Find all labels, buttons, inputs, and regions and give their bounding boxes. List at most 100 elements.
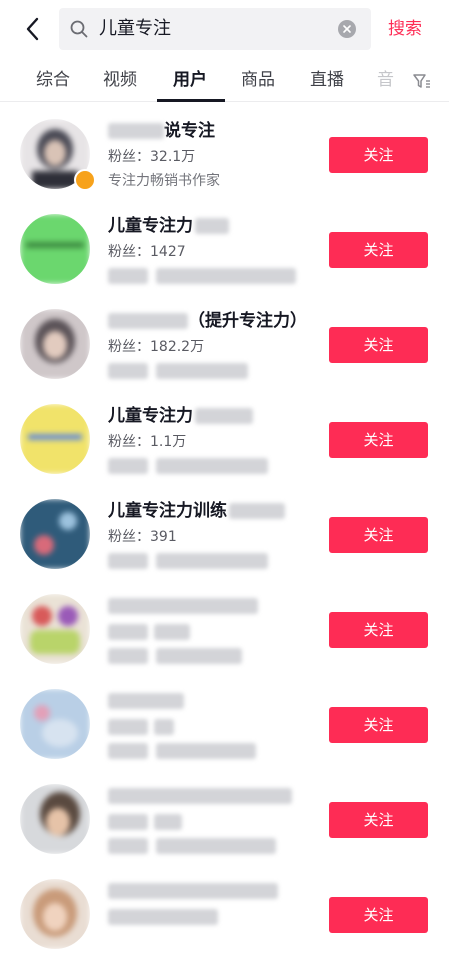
follow-button[interactable]: 关注 (329, 802, 428, 838)
avatar (20, 689, 90, 759)
blurred-text (229, 503, 285, 519)
search-input[interactable]: 儿童专注 (99, 8, 319, 50)
blurred-text (108, 788, 292, 804)
user-name: 说专注 (108, 117, 215, 145)
close-icon (343, 25, 351, 33)
fans-value: 182.2万 (150, 339, 205, 355)
user-description (108, 266, 296, 286)
fans-value: 32.1万 (150, 149, 196, 165)
user-result-row[interactable]: 儿童专注力训练 粉丝： 391 关注 (0, 483, 449, 578)
user-name (108, 877, 278, 905)
user-description (108, 741, 256, 761)
blurred-text (156, 743, 256, 759)
user-description: 专注力畅销书作家 (108, 173, 220, 189)
blurred-text (108, 313, 188, 329)
tab-live[interactable]: 直播 (310, 68, 344, 92)
blurred-text (156, 648, 242, 664)
blurred-text (108, 648, 148, 664)
blurred-text (108, 814, 148, 830)
clear-search-button[interactable] (338, 20, 356, 38)
user-description (108, 646, 242, 666)
tab-users[interactable]: 用户 (173, 68, 207, 92)
follow-button[interactable]: 关注 (329, 137, 428, 173)
fans-label: 粉丝： (108, 529, 150, 545)
follower-count: 粉丝： 1427 (108, 242, 186, 262)
follow-button[interactable]: 关注 (329, 612, 428, 648)
blurred-text (195, 218, 229, 234)
user-description (108, 836, 276, 856)
user-name (108, 782, 292, 810)
follower-count (108, 622, 190, 642)
search-tabs: 综合 视频 用户 商品 直播 音 (0, 58, 449, 102)
blurred-text (156, 363, 248, 379)
blurred-text (108, 719, 148, 735)
avatar (20, 594, 90, 664)
user-result-row[interactable]: （提升专注力） 粉丝： 182.2万 关注 (0, 293, 449, 388)
active-tab-indicator (157, 99, 225, 102)
fans-value: 391 (150, 529, 177, 545)
user-name: 儿童专注力训练 (108, 497, 285, 525)
follow-button[interactable]: 关注 (329, 707, 428, 743)
follow-button[interactable]: 关注 (329, 517, 428, 553)
blurred-text (108, 743, 148, 759)
user-description (108, 551, 268, 571)
user-name-text: （提升专注力） (188, 311, 307, 331)
blurred-text (108, 693, 184, 709)
verified-badge-icon (74, 169, 96, 191)
fans-label: 粉丝： (108, 434, 150, 450)
fans-value: 1.1万 (150, 434, 187, 450)
avatar (20, 309, 90, 379)
user-name: 儿童专注力 (108, 402, 253, 430)
user-result-row[interactable]: 关注 (0, 578, 449, 673)
blurred-text (108, 363, 148, 379)
tab-music[interactable]: 音 (377, 68, 394, 92)
back-button[interactable] (18, 14, 48, 44)
user-description (108, 361, 248, 381)
blurred-text (154, 719, 174, 735)
user-result-row[interactable]: 关注 (0, 768, 449, 863)
follower-count: 粉丝： 391 (108, 527, 177, 547)
blurred-text (108, 458, 148, 474)
follower-count: 粉丝： 182.2万 (108, 337, 204, 357)
fans-label: 粉丝： (108, 244, 150, 260)
follower-count (108, 717, 174, 737)
follower-count: 粉丝： 32.1万 (108, 147, 195, 167)
user-name-text: 儿童专注力 (108, 406, 193, 426)
user-name (108, 592, 258, 620)
blurred-text (154, 814, 182, 830)
blurred-text (154, 624, 190, 640)
follow-button[interactable]: 关注 (329, 422, 428, 458)
fans-label: 粉丝： (108, 339, 150, 355)
follower-count: 粉丝： 1.1万 (108, 432, 186, 452)
tab-comprehensive[interactable]: 综合 (36, 68, 70, 92)
user-name-text: 儿童专注力 (108, 216, 193, 236)
avatar (20, 404, 90, 474)
blurred-text (108, 268, 148, 284)
blurred-text (108, 838, 148, 854)
user-result-row[interactable]: 关注 (0, 673, 449, 768)
user-name-text: 儿童专注力训练 (108, 501, 227, 521)
search-box[interactable]: 儿童专注 (59, 8, 371, 50)
follow-button[interactable]: 关注 (329, 897, 428, 933)
follower-count (108, 812, 182, 832)
user-result-row[interactable]: 儿童专注力 粉丝： 1427 关注 (0, 198, 449, 293)
filter-icon[interactable] (411, 71, 431, 91)
blurred-text (156, 458, 268, 474)
follow-button[interactable]: 关注 (329, 232, 428, 268)
avatar (20, 214, 90, 284)
user-result-row[interactable]: 说专注 粉丝： 32.1万 专注力畅销书作家 关注 (0, 103, 449, 198)
tab-products[interactable]: 商品 (241, 68, 275, 92)
user-result-row[interactable]: 儿童专注力 粉丝： 1.1万 关注 (0, 388, 449, 483)
blurred-text (108, 123, 164, 139)
tab-videos[interactable]: 视频 (103, 68, 137, 92)
search-submit-button[interactable]: 搜索 (388, 15, 422, 43)
blurred-text (195, 408, 253, 424)
user-name: （提升专注力） (108, 307, 307, 335)
search-icon (70, 20, 88, 38)
user-name: 儿童专注力 (108, 212, 229, 240)
blurred-text (108, 909, 218, 925)
user-result-row[interactable]: 关注 (0, 863, 449, 958)
follow-button[interactable]: 关注 (329, 327, 428, 363)
top-bar: 儿童专注 搜索 (0, 0, 449, 58)
avatar (20, 879, 90, 949)
